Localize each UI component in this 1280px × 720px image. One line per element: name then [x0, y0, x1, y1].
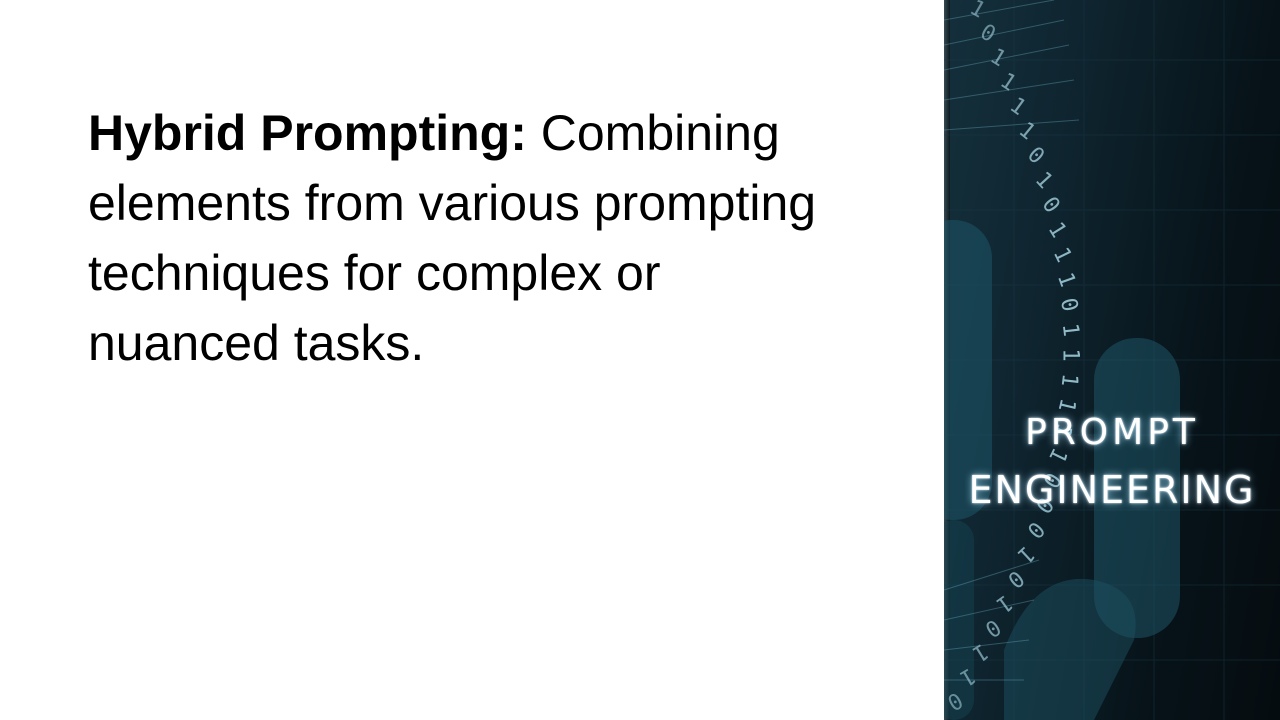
binary-digit: 1 — [1012, 540, 1039, 567]
binary-digit: 1 — [1058, 348, 1083, 361]
slide: Hybrid Prompting: Combining elements fro… — [0, 0, 1280, 720]
binary-digit: 1 — [995, 68, 1020, 96]
glow-shape-bottom — [1004, 578, 1136, 720]
binary-digit: 0 — [1037, 192, 1065, 218]
binary-digit: 1 — [1056, 372, 1082, 388]
binary-digit: 1 — [986, 44, 1010, 72]
binary-digit: 1 — [991, 589, 1016, 617]
binary-digit: 0 — [1022, 516, 1049, 543]
binary-digit: 1 — [965, 0, 989, 24]
binary-digit: 1 — [1014, 117, 1040, 145]
panel-title-engineering: ENGINEERING — [968, 468, 1256, 512]
binary-digit: 1 — [1052, 269, 1080, 290]
binary-digit: 1 — [1030, 167, 1057, 194]
panel-title-prompt: PROMPT — [1025, 412, 1199, 453]
prompt-engineering-side-panel: 10111101011101111110001010110 PROMPT ENG… — [944, 0, 1280, 720]
binary-digit: 0 — [1022, 142, 1049, 169]
binary-art: 10111101011101111110001010110 — [944, 0, 1280, 720]
binary-digit: 1 — [1057, 322, 1083, 338]
binary-digit: 0 — [980, 613, 1005, 641]
binary-digit: 1 — [1048, 244, 1076, 267]
binary-digit: 0 — [1002, 565, 1028, 593]
slide-body-text: Hybrid Prompting: Combining elements fro… — [88, 98, 848, 378]
binary-digit: 1 — [1005, 93, 1030, 121]
term-heading: Hybrid Prompting: — [88, 105, 527, 161]
binary-digit: 0 — [1055, 296, 1082, 315]
binary-digit: 1 — [1043, 218, 1071, 242]
